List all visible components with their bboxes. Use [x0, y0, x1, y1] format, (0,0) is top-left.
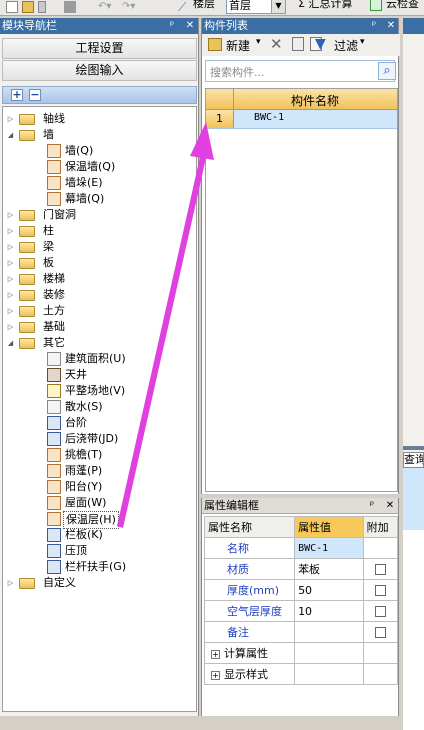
annotation-arrow — [117, 122, 214, 528]
arrow-head — [190, 122, 214, 160]
arrow-shaft — [117, 157, 206, 528]
